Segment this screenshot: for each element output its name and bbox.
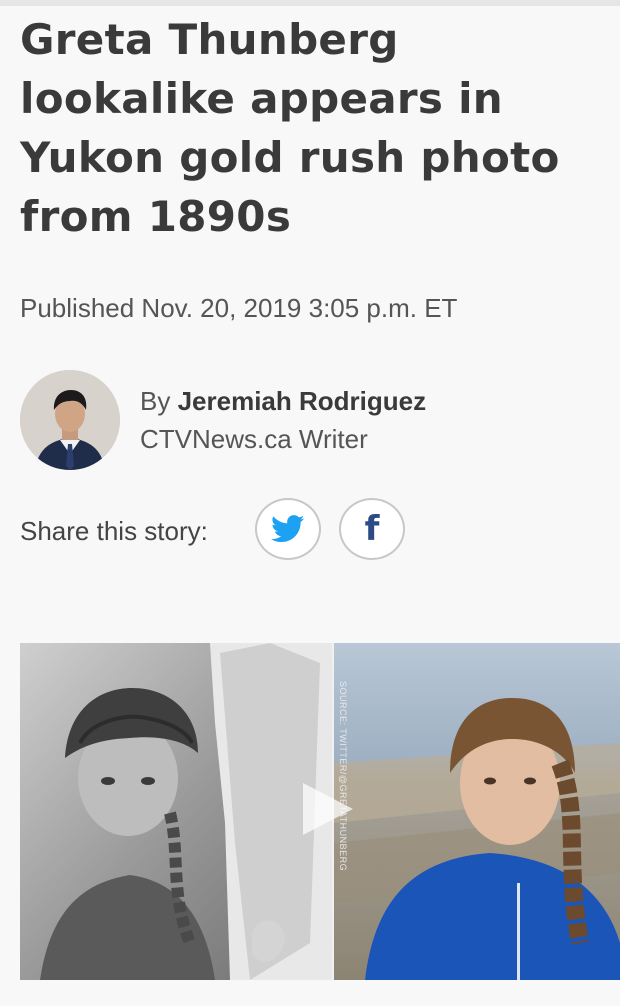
- top-divider: [0, 0, 620, 6]
- play-icon: [303, 783, 353, 835]
- article-headline: Greta Thunberg lookalike appears in Yuko…: [20, 15, 560, 241]
- twitter-share-button[interactable]: [255, 498, 321, 560]
- author-name-link[interactable]: Jeremiah Rodriguez: [178, 386, 427, 416]
- author-avatar[interactable]: [20, 370, 120, 470]
- play-button[interactable]: [299, 781, 355, 837]
- facebook-share-button[interactable]: f: [339, 498, 405, 560]
- by-label: By: [140, 386, 171, 416]
- video-thumbnail[interactable]: SOURCE: TWITTER/@GRETATHUNBERG: [20, 643, 620, 980]
- published-date: Published Nov. 20, 2019 3:05 p.m. ET: [20, 293, 458, 323]
- twitter-bird-icon: [271, 515, 305, 543]
- share-label: Share this story:: [20, 516, 208, 546]
- byline: By Jeremiah Rodriguez: [140, 386, 426, 417]
- author-photo: [20, 370, 120, 470]
- author-role: CTVNews.ca Writer: [140, 424, 368, 454]
- facebook-f-icon: f: [364, 509, 380, 549]
